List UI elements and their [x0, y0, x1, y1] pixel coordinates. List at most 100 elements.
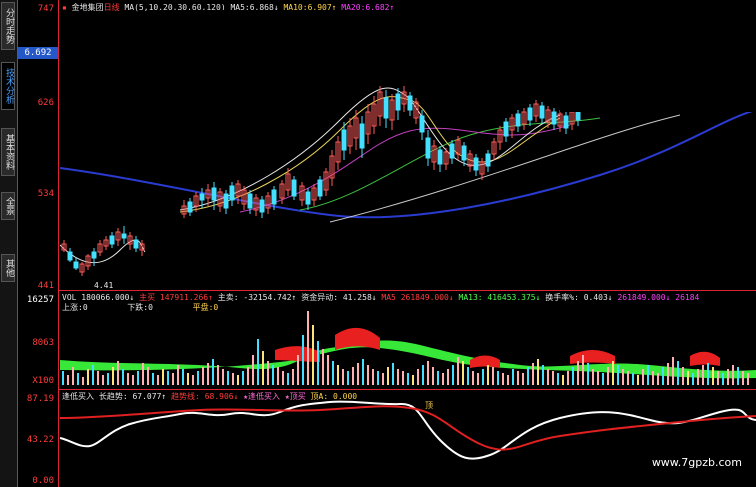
candle-body-34	[305, 191, 311, 205]
volume-bar-72	[422, 365, 424, 385]
volume-bar-37	[247, 367, 249, 385]
volume-bar-17	[147, 367, 149, 385]
volume-bar-5	[87, 369, 89, 385]
candle-body-64	[485, 153, 491, 167]
volume-bar-92	[522, 373, 524, 385]
volume-bar-74	[432, 367, 434, 385]
candle-body-51	[407, 95, 413, 111]
volume-bar-116	[642, 369, 644, 385]
volume-bar-34	[232, 373, 234, 385]
volume-bar-32	[222, 369, 224, 385]
candle-body-5	[91, 251, 97, 259]
volume-bar-128	[702, 365, 704, 385]
volume-bar-120	[662, 367, 664, 385]
volume-bar-132	[722, 373, 724, 385]
volume-bar-45	[287, 373, 289, 385]
candle-body-69	[515, 113, 521, 127]
volume-bar-57	[347, 371, 349, 385]
volume-bar-42	[272, 365, 274, 385]
volume-bar-105	[587, 363, 589, 385]
volume-bar-88	[502, 373, 504, 385]
volume-bar-70	[412, 375, 414, 385]
volume-bar-15	[137, 371, 139, 385]
volume-bar-114	[632, 373, 634, 385]
volume-bar-71	[417, 369, 419, 385]
volume-bar-54	[332, 361, 334, 385]
candle-body-67	[503, 121, 509, 137]
volume-bar-93	[527, 367, 529, 385]
volume-bar-52	[322, 349, 324, 385]
volume-bar-109	[607, 367, 609, 385]
volume-bar-1	[67, 375, 69, 385]
volume-bar-49	[307, 311, 309, 385]
volume-bar-87	[497, 371, 499, 385]
volume-bar-6	[92, 365, 94, 385]
volume-bar-60	[362, 359, 364, 385]
candle-body-73	[539, 105, 545, 119]
candle-body-15	[187, 201, 193, 213]
volume-bar-78	[452, 365, 454, 385]
volume-bar-126	[692, 373, 694, 385]
candle-body-22	[229, 185, 235, 201]
candle-body-19	[211, 187, 217, 201]
volume-bar-55	[337, 365, 339, 385]
volume-bar-58	[352, 367, 354, 385]
volume-bar-10	[112, 367, 114, 385]
volume-bar-29	[207, 363, 209, 385]
volume-bar-77	[447, 369, 449, 385]
volume-bar-64	[382, 373, 384, 385]
candle-body-49	[395, 93, 401, 111]
candle-body-58	[449, 143, 455, 159]
volume-bar-40	[262, 351, 264, 385]
volume-bar-104	[582, 355, 584, 385]
volume-bar-53	[327, 355, 329, 385]
candle-body-54	[425, 137, 431, 159]
long-trend-line	[59, 400, 756, 460]
volume-bar-102	[572, 367, 574, 385]
volume-bar-129	[707, 363, 709, 385]
volume-bar-124	[682, 367, 684, 385]
volume-bar-41	[267, 361, 269, 385]
volume-bar-39	[257, 339, 259, 385]
volume-bar-110	[612, 361, 614, 385]
volume-bar-83	[477, 373, 479, 385]
watermark: www.7gpzb.com	[651, 456, 742, 469]
volume-bar-21	[167, 371, 169, 385]
volume-bar-108	[602, 373, 604, 385]
volume-bar-4	[82, 377, 84, 385]
volume-bar-66	[392, 363, 394, 385]
volume-bar-8	[102, 375, 104, 385]
volume-bar-90	[512, 369, 514, 385]
volume-bar-135	[737, 367, 739, 385]
candle-body-56	[437, 149, 443, 165]
volume-bar-35	[237, 375, 239, 385]
volume-bar-122	[672, 357, 674, 385]
volume-bar-23	[177, 365, 179, 385]
volume-bar-9	[107, 373, 109, 385]
volume-bar-100	[562, 375, 564, 385]
volume-bar-106	[592, 369, 594, 385]
volume-bar-85	[487, 365, 489, 385]
volume-bar-137	[747, 373, 749, 385]
volume-bar-125	[687, 371, 689, 385]
volume-bar-28	[202, 367, 204, 385]
volume-bar-63	[377, 371, 379, 385]
volume-bar-38	[252, 355, 254, 385]
volume-bar-19	[157, 375, 159, 385]
volume-bar-117	[647, 365, 649, 385]
volume-bar-0	[62, 371, 64, 385]
volume-bar-107	[597, 371, 599, 385]
volume-bar-101	[567, 371, 569, 385]
volume-bar-95	[537, 359, 539, 385]
volume-bar-11	[117, 361, 119, 385]
candle-body-27	[259, 199, 265, 213]
volume-bar-118	[652, 371, 654, 385]
volume-ma-red-band-3	[470, 355, 500, 368]
volume-bar-76	[442, 373, 444, 385]
candle-body-21	[223, 193, 229, 209]
volume-bar-89	[507, 375, 509, 385]
volume-bar-68	[402, 371, 404, 385]
volume-bar-59	[357, 363, 359, 385]
volume-bar-46	[292, 369, 294, 385]
candle-body-53	[419, 115, 425, 133]
